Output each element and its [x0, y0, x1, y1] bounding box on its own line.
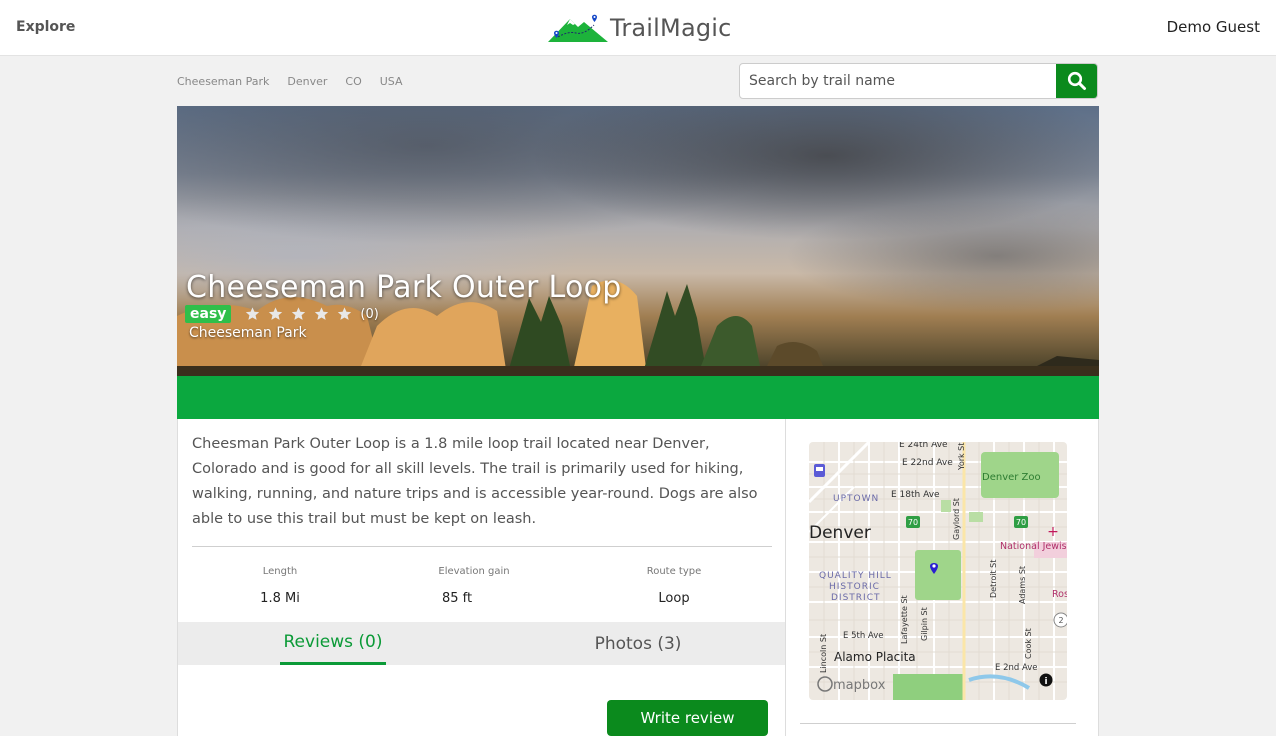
search-icon	[1067, 71, 1086, 90]
stat-value: 1.8 Mi	[260, 591, 300, 606]
street-label: E 5th Ave	[843, 631, 883, 641]
difficulty-badge: easy	[185, 305, 232, 323]
breadcrumb-city[interactable]: Denver	[287, 75, 327, 88]
mapbox-logo-icon	[817, 676, 833, 692]
place-label: Denver	[809, 523, 871, 543]
divider	[800, 723, 1076, 724]
rating-count: (0)	[360, 306, 379, 322]
street-label: Lafayette St	[900, 595, 909, 644]
search-bar	[739, 63, 1098, 99]
place-label: Denver Zoo	[982, 472, 1041, 483]
breadcrumb: Cheeseman Park Denver CO USA	[177, 75, 421, 88]
map-attribution: mapbox	[833, 678, 886, 693]
place-label: UPTOWN	[833, 494, 879, 504]
highway-shield-label: 70	[1016, 518, 1026, 527]
explore-link[interactable]: Explore	[16, 19, 75, 35]
place-label: Ros	[1052, 589, 1067, 600]
stat-elevation: Elevation gain 85 ft	[424, 566, 524, 606]
tab-photos[interactable]: Photos (3)	[583, 622, 693, 665]
trail-details: Cheesman Park Outer Loop is a 1.8 mile l…	[177, 419, 786, 736]
place-label: National Jewis	[1000, 541, 1067, 552]
place-label: Alamo Placita	[834, 650, 916, 664]
street-label: E 18th Ave	[891, 490, 940, 500]
place-label: QUALITY HILL	[819, 571, 892, 581]
brand-logo[interactable]: TrailMagic	[548, 12, 732, 44]
park-name[interactable]: Cheeseman Park	[189, 325, 307, 341]
trail-description: Cheesman Park Outer Loop is a 1.8 mile l…	[192, 436, 758, 527]
stat-value: 85 ft	[441, 591, 473, 606]
trail-map[interactable]: 70 70 2 + E 24th Ave E 22nd Ave E 18th A…	[809, 442, 1067, 700]
stat-value: Loop	[658, 591, 690, 606]
star-icon	[287, 305, 310, 323]
map-canvas: 70 70 2 + E 24th Ave E 22nd Ave E 18th A…	[809, 442, 1067, 700]
place-label: HISTORIC	[829, 582, 880, 592]
street-label: Adams St	[1018, 566, 1027, 604]
user-menu[interactable]: Demo Guest	[1167, 18, 1260, 36]
write-review-button[interactable]: Write review	[607, 700, 768, 736]
street-label: Gaylord St	[952, 498, 961, 540]
breadcrumb-state[interactable]: CO	[345, 75, 361, 88]
highway-shield-label: 70	[908, 518, 918, 527]
stat-label: Length	[262, 566, 298, 577]
mountain-logo-icon	[548, 14, 608, 42]
street-label: Lincoln St	[819, 634, 828, 673]
street-label: York St	[957, 443, 966, 471]
street-label: E 24th Ave	[899, 442, 948, 450]
svg-text:i: i	[1044, 677, 1047, 687]
rating-stars	[241, 305, 356, 323]
divider	[192, 546, 772, 547]
star-icon	[264, 305, 287, 323]
breadcrumb-park[interactable]: Cheeseman Park	[177, 75, 269, 88]
brand-name: TrailMagic	[610, 14, 732, 42]
place-label: DISTRICT	[831, 593, 880, 603]
street-label: E 22nd Ave	[902, 458, 953, 468]
stat-route-type: Route type Loop	[624, 566, 724, 606]
top-nav: Explore TrailMagic Demo Guest	[0, 0, 1276, 56]
stat-label: Route type	[646, 566, 702, 577]
green-banner	[177, 376, 1099, 419]
hospital-icon: +	[1047, 524, 1059, 540]
stat-label: Elevation gain	[438, 566, 510, 577]
search-input[interactable]	[740, 64, 1058, 98]
content-tabs: Reviews (0) Photos (3)	[178, 622, 785, 665]
street-label: Detroit St	[989, 560, 998, 598]
street-label: Gilpin St	[920, 607, 929, 641]
breadcrumb-country[interactable]: USA	[380, 75, 403, 88]
trail-title: Cheeseman Park Outer Loop	[186, 270, 622, 305]
search-button[interactable]	[1056, 64, 1097, 98]
star-icon	[333, 305, 356, 323]
highway-shield-label: 2	[1058, 616, 1063, 625]
map-panel: 70 70 2 + E 24th Ave E 22nd Ave E 18th A…	[786, 419, 1099, 736]
street-label: E 2nd Ave	[995, 663, 1038, 673]
street-label: Cook St	[1024, 628, 1033, 659]
trail-hero-image: Cheeseman Park Outer Loop easy (0) Chees…	[177, 106, 1099, 376]
trail-meta: easy (0)	[185, 305, 379, 323]
star-icon	[310, 305, 333, 323]
star-icon	[241, 305, 264, 323]
stat-length: Length 1.8 Mi	[244, 566, 316, 606]
tab-reviews[interactable]: Reviews (0)	[280, 622, 386, 665]
